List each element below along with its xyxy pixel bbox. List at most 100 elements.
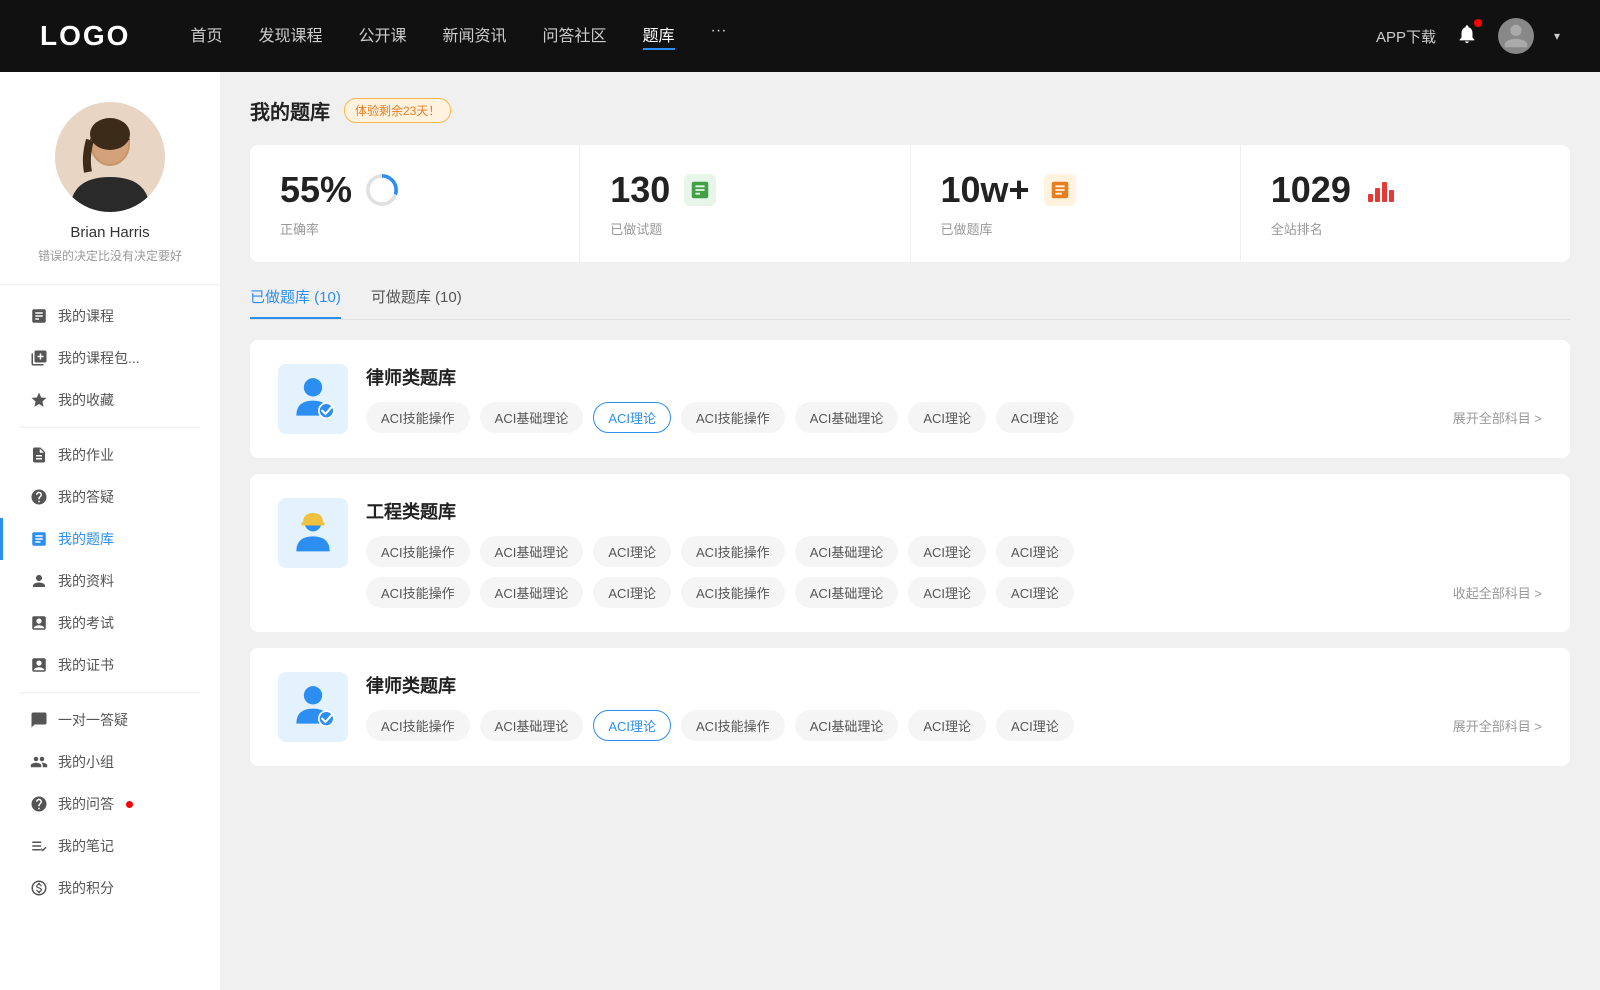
nav-links: 首页 发现课程 公开课 新闻资讯 问答社区 题库 ··· <box>190 22 1336 50</box>
sidebar-item-course[interactable]: 我的课程 <box>0 295 220 337</box>
tag-2-1[interactable]: ACI基础理论 <box>480 710 584 741</box>
stat-accuracy: 55% 正确率 <box>250 145 580 262</box>
notification-badge <box>1474 19 1482 27</box>
bar2 <box>1375 188 1380 202</box>
navbar: LOGO 首页 发现课程 公开课 新闻资讯 问答社区 题库 ··· APP下载 … <box>0 0 1600 72</box>
tag-0-1[interactable]: ACI基础理论 <box>480 402 584 433</box>
nav-opencourse[interactable]: 公开课 <box>358 22 406 50</box>
nav-more[interactable]: ··· <box>711 22 727 50</box>
sidebar-item-package[interactable]: 我的课程包... <box>0 337 220 379</box>
profile-avatar <box>55 102 165 212</box>
tag-0-4[interactable]: ACI基础理论 <box>795 402 899 433</box>
profile-section: Brian Harris 错误的决定比没有决定要好 <box>0 102 220 285</box>
tag-1r2-1[interactable]: ACI基础理论 <box>480 577 584 608</box>
tab-available-banks[interactable]: 可做题库 (10) <box>371 286 462 319</box>
stat-ranking-value: 1029 <box>1271 169 1351 211</box>
stat-accuracy-label: 正确率 <box>280 219 549 238</box>
tag-1r2-2[interactable]: ACI理论 <box>593 577 671 608</box>
lawyer-bank-title-1: 律师类题库 <box>366 364 1542 390</box>
expand-link-1[interactable]: 展开全部科目 > <box>1453 408 1542 427</box>
nav-home[interactable]: 首页 <box>190 22 222 50</box>
divider-2 <box>20 692 200 693</box>
stat-done-questions: 130 已做试题 <box>580 145 910 262</box>
banks-list-icon <box>1044 174 1076 206</box>
tag-2-3[interactable]: ACI技能操作 <box>681 710 785 741</box>
bank-card-engineer: 工程类题库 ACI技能操作 ACI基础理论 ACI理论 ACI技能操作 ACI基… <box>250 474 1570 632</box>
tag-1r2-3[interactable]: ACI技能操作 <box>681 577 785 608</box>
sidebar-item-profile[interactable]: 我的资料 <box>0 560 220 602</box>
stat-ranking: 1029 全站排名 <box>1241 145 1570 262</box>
bar4 <box>1389 190 1394 202</box>
sidebar-item-cert[interactable]: 我的证书 <box>0 644 220 686</box>
tag-1-4[interactable]: ACI基础理论 <box>795 536 899 567</box>
app-download-link[interactable]: APP下载 <box>1376 26 1436 47</box>
sidebar-item-tutor[interactable]: 一对一答疑 <box>0 699 220 741</box>
engineer-bank-title: 工程类题库 <box>366 498 1542 524</box>
tag-1-5[interactable]: ACI理论 <box>908 536 986 567</box>
page-title: 我的题库 <box>250 96 330 125</box>
bank-card-lawyer-1: 律师类题库 ACI技能操作 ACI基础理论 ACI理论 ACI技能操作 ACI基… <box>250 340 1570 458</box>
stat-accuracy-value: 55% <box>280 169 352 211</box>
tag-1-1[interactable]: ACI基础理论 <box>480 536 584 567</box>
nav-bank[interactable]: 题库 <box>643 22 675 50</box>
main-layout: Brian Harris 错误的决定比没有决定要好 我的课程 我的课程包... … <box>0 72 1600 990</box>
tag-0-3[interactable]: ACI技能操作 <box>681 402 785 433</box>
notification-bell[interactable] <box>1456 23 1478 50</box>
tag-2-0[interactable]: ACI技能操作 <box>366 710 470 741</box>
questions-list-icon <box>684 174 716 206</box>
stat-banks-label: 已做题库 <box>941 219 1210 238</box>
tag-1r2-5[interactable]: ACI理论 <box>908 577 986 608</box>
sidebar-item-group[interactable]: 我的小组 <box>0 741 220 783</box>
sidebar-item-notes[interactable]: 我的笔记 <box>0 825 220 867</box>
tag-2-4[interactable]: ACI基础理论 <box>795 710 899 741</box>
stats-row: 55% 正确率 130 已 <box>250 145 1570 262</box>
tabs-row: 已做题库 (10) 可做题库 (10) <box>250 286 1570 320</box>
sidebar-item-favorites[interactable]: 我的收藏 <box>0 379 220 421</box>
collapse-link[interactable]: 收起全部科目 > <box>1453 583 1542 602</box>
nav-discover[interactable]: 发现课程 <box>258 22 322 50</box>
tab-done-banks[interactable]: 已做题库 (10) <box>250 286 341 319</box>
divider-1 <box>20 427 200 428</box>
profile-motto: 错误的决定比没有决定要好 <box>38 247 182 264</box>
qa-badge <box>126 801 133 808</box>
sidebar-item-exam[interactable]: 我的考试 <box>0 602 220 644</box>
lawyer-bank-icon-2 <box>278 672 348 742</box>
user-menu-chevron[interactable]: ▾ <box>1554 29 1560 43</box>
tag-0-2[interactable]: ACI理论 <box>593 402 671 433</box>
sidebar-item-bank[interactable]: 我的题库 <box>0 518 220 560</box>
tag-1r2-0[interactable]: ACI技能操作 <box>366 577 470 608</box>
navbar-right: APP下载 ▾ <box>1376 18 1560 54</box>
tag-0-0[interactable]: ACI技能操作 <box>366 402 470 433</box>
tag-1r2-4[interactable]: ACI基础理论 <box>795 577 899 608</box>
tag-1-3[interactable]: ACI技能操作 <box>681 536 785 567</box>
stat-ranking-label: 全站排名 <box>1271 219 1540 238</box>
profile-name: Brian Harris <box>70 224 149 241</box>
lawyer-bank-icon-1 <box>278 364 348 434</box>
tag-0-5[interactable]: ACI理论 <box>908 402 986 433</box>
sidebar-item-homework[interactable]: 我的作业 <box>0 434 220 476</box>
sidebar-item-myqa[interactable]: 我的问答 <box>0 783 220 825</box>
nav-news[interactable]: 新闻资讯 <box>443 22 507 50</box>
sidebar-item-points[interactable]: 我的积分 <box>0 867 220 909</box>
tag-1-0[interactable]: ACI技能操作 <box>366 536 470 567</box>
tag-1-2[interactable]: ACI理论 <box>593 536 671 567</box>
page-header: 我的题库 体验剩余23天！ <box>250 96 1570 125</box>
tag-2-5[interactable]: ACI理论 <box>908 710 986 741</box>
sidebar-item-qa[interactable]: 我的答疑 <box>0 476 220 518</box>
sidebar-menu: 我的课程 我的课程包... 我的收藏 我的作业 我的答疑 <box>0 285 220 919</box>
user-avatar-nav[interactable] <box>1498 18 1534 54</box>
tag-0-6[interactable]: ACI理论 <box>996 402 1074 433</box>
tag-1r2-6[interactable]: ACI理论 <box>996 577 1074 608</box>
bar3 <box>1382 182 1387 202</box>
tag-1-6[interactable]: ACI理论 <box>996 536 1074 567</box>
expand-link-3[interactable]: 展开全部科目 > <box>1453 716 1542 735</box>
stat-questions-value: 130 <box>610 169 670 211</box>
stat-questions-label: 已做试题 <box>610 219 879 238</box>
logo: LOGO <box>40 20 130 52</box>
tag-2-2[interactable]: ACI理论 <box>593 710 671 741</box>
nav-qa[interactable]: 问答社区 <box>543 22 607 50</box>
tag-2-6[interactable]: ACI理论 <box>996 710 1074 741</box>
accuracy-pie-icon <box>366 174 398 206</box>
engineer-bank-icon <box>278 498 348 568</box>
sidebar: Brian Harris 错误的决定比没有决定要好 我的课程 我的课程包... … <box>0 72 220 990</box>
